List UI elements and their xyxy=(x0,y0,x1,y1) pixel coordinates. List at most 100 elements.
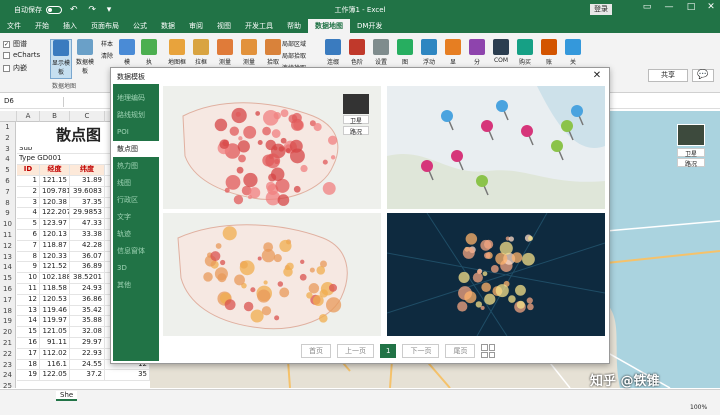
cell[interactable]: 7 xyxy=(17,240,40,252)
cell[interactable]: 120.33 xyxy=(40,251,70,263)
minimize-icon[interactable]: — xyxy=(658,2,680,12)
maximize-icon[interactable]: □ xyxy=(680,2,702,12)
template-thumb-dark-map[interactable] xyxy=(387,213,605,336)
cell[interactable]: 122.2072 xyxy=(40,208,70,220)
next-page-button[interactable]: 下一页 xyxy=(402,344,440,358)
checkbox-echarts[interactable]: eCharts xyxy=(3,51,40,59)
select-all-corner[interactable] xyxy=(0,111,17,122)
grid-view-icon[interactable] xyxy=(481,344,496,358)
row-header[interactable]: 25 xyxy=(0,381,16,388)
row-header[interactable]: 20 xyxy=(0,327,16,338)
row-header[interactable]: 22 xyxy=(0,348,16,360)
template-category-item[interactable]: 路线规划 xyxy=(113,107,159,123)
cell[interactable]: 经度 xyxy=(40,165,70,176)
cell[interactable]: 121.52 xyxy=(40,262,70,274)
share-button[interactable]: 共享 xyxy=(648,69,688,82)
template-category-item[interactable]: 3D xyxy=(113,260,159,276)
checkbox-tupu[interactable]: ✓ 图谱 xyxy=(3,39,27,49)
traffic-label[interactable]: 路况 xyxy=(677,158,705,168)
cell[interactable]: 35.88 xyxy=(70,316,105,328)
cell[interactable]: 119.97 xyxy=(40,316,70,328)
cell[interactable]: 112.02 xyxy=(40,348,70,360)
template-thumb-pin-map[interactable] xyxy=(387,86,605,209)
cell[interactable]: 24.55 xyxy=(70,359,105,371)
row-header[interactable]: 1 xyxy=(0,122,16,133)
ribbon-button[interactable]: 浮动 xyxy=(418,39,440,66)
autosave-toggle[interactable] xyxy=(46,5,62,14)
template-thumb-scatter-map[interactable]: 卫星 路况 xyxy=(163,86,381,209)
cell[interactable]: 6 xyxy=(17,230,40,241)
template-category-item[interactable]: 散点图 xyxy=(113,141,159,157)
ribbon-button[interactable]: 图 xyxy=(394,39,416,66)
row-header[interactable]: 2 xyxy=(0,132,16,144)
menu-tab[interactable]: 视图 xyxy=(210,19,238,33)
column-header[interactable]: C xyxy=(70,111,105,122)
template-category-item[interactable]: 行政区 xyxy=(113,192,159,208)
ribbon-button[interactable]: 色阶 xyxy=(346,39,368,66)
ribbon-button[interactable]: 局部区域 xyxy=(282,39,322,48)
row-header[interactable]: 7 xyxy=(0,186,16,198)
template-category-item[interactable]: 热力图 xyxy=(113,158,159,174)
menu-tab[interactable]: 公式 xyxy=(126,19,154,33)
ribbon-button[interactable]: 设置 xyxy=(370,39,392,66)
row-header[interactable]: 16 xyxy=(0,284,16,295)
cell[interactable]: 31.89 xyxy=(70,176,105,187)
cell[interactable]: 102.188 xyxy=(40,273,70,284)
row-header[interactable]: 10 xyxy=(0,219,16,230)
menu-tab[interactable]: 数据 xyxy=(154,19,182,33)
dialog-close-icon[interactable]: ✕ xyxy=(591,70,603,81)
cell[interactable]: 3 xyxy=(17,197,40,209)
row-header[interactable]: 9 xyxy=(0,208,16,220)
ribbon-button[interactable]: 分 xyxy=(466,39,488,66)
cell[interactable]: 120.13 xyxy=(40,230,70,241)
cell[interactable]: 18 xyxy=(17,359,40,371)
ribbon-button[interactable]: 拾取 xyxy=(262,39,284,66)
template-category-item[interactable]: 线图 xyxy=(113,175,159,191)
cell[interactable]: 29.97 xyxy=(70,338,105,349)
template-thumb-bubble-map[interactable] xyxy=(163,213,381,336)
cell[interactable]: 15 xyxy=(17,327,40,338)
cell[interactable]: 36.86 xyxy=(70,294,105,306)
ribbon-button[interactable]: 执 xyxy=(138,39,160,66)
cell[interactable]: 37.35 xyxy=(70,197,105,209)
template-category-item[interactable]: 信息窗体 xyxy=(113,243,159,259)
ribbon-button[interactable]: 测量 xyxy=(238,39,260,66)
cell[interactable]: 122.05 xyxy=(40,370,70,382)
sample-button[interactable]: 样本 xyxy=(96,39,118,48)
ribbon-button[interactable]: 账 xyxy=(538,39,560,66)
cell[interactable]: 9 xyxy=(17,262,40,274)
row-header[interactable]: 18 xyxy=(0,305,16,317)
cell[interactable]: 1 xyxy=(17,176,40,187)
cell[interactable]: 37.2 xyxy=(70,370,105,382)
row-header[interactable]: 17 xyxy=(0,294,16,306)
cell[interactable]: 109.7813 xyxy=(40,186,70,198)
row-header[interactable]: 4 xyxy=(0,154,16,166)
show-template-button[interactable]: 显示模板 xyxy=(50,39,72,79)
cell[interactable]: 19 xyxy=(17,370,40,382)
cell[interactable]: 2 xyxy=(17,186,40,198)
row-header[interactable]: 19 xyxy=(0,316,16,328)
cell[interactable]: 12 xyxy=(17,294,40,306)
cell[interactable]: 14 xyxy=(17,316,40,328)
cell[interactable]: 24.93 xyxy=(70,284,105,295)
menu-tab[interactable]: 帮助 xyxy=(280,19,308,33)
template-category-item[interactable]: 文字 xyxy=(113,209,159,225)
cell[interactable]: 11 xyxy=(17,284,40,295)
prev-page-button[interactable]: 上一页 xyxy=(337,344,374,358)
cell[interactable]: 纬度 xyxy=(70,165,105,176)
cell[interactable]: 91.11 xyxy=(40,338,70,349)
cell[interactable]: 32.08 xyxy=(70,327,105,338)
satellite-label[interactable]: 卫星 xyxy=(677,148,705,158)
data-template-button[interactable]: 数据模板 xyxy=(74,39,96,75)
row-header[interactable]: 6 xyxy=(0,176,16,187)
menu-tab[interactable]: 文件 xyxy=(0,19,28,33)
satellite-label[interactable]: 卫星 xyxy=(343,115,369,125)
row-header[interactable]: 14 xyxy=(0,262,16,274)
row-header[interactable]: 12 xyxy=(0,240,16,252)
column-header[interactable]: B xyxy=(40,111,70,122)
cell[interactable]: 13 xyxy=(17,305,40,317)
cell[interactable]: 47.33 xyxy=(70,219,105,230)
first-page-button[interactable]: 首页 xyxy=(301,344,331,358)
cell[interactable]: 35.42 xyxy=(70,305,105,317)
ribbon-button[interactable]: 局部拾取 xyxy=(282,51,322,60)
